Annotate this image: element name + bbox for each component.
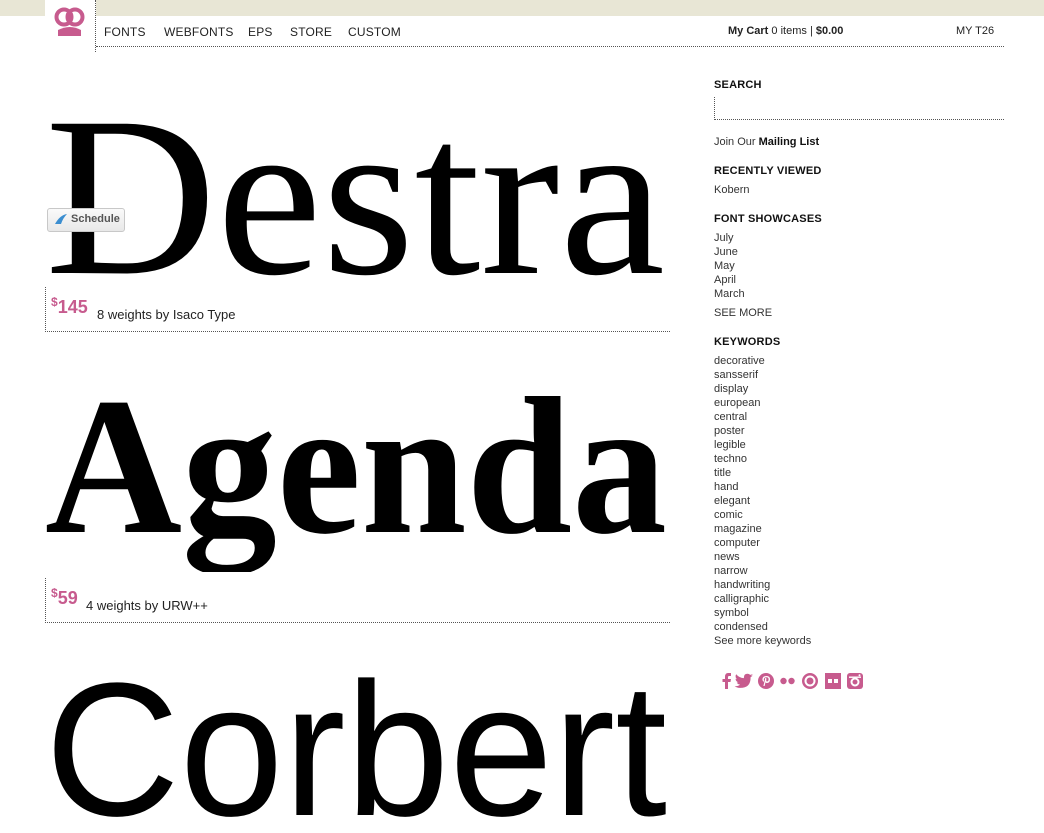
cart-total: $0.00 bbox=[815, 25, 844, 37]
mailing-list-link[interactable]: Mailing List bbox=[759, 136, 820, 148]
showcase-item[interactable]: March bbox=[714, 288, 745, 300]
bird-icon bbox=[55, 214, 67, 224]
cart-summary[interactable]: My Cart 0 items | $0.00 bbox=[728, 25, 843, 37]
keyword-link[interactable]: narrow bbox=[714, 565, 748, 577]
showcase-item[interactable]: June bbox=[714, 246, 738, 258]
keyword-link[interactable]: symbol bbox=[714, 607, 749, 619]
currency-symbol: $ bbox=[51, 295, 58, 309]
keyword-link[interactable]: hand bbox=[714, 481, 738, 493]
keyword-link[interactable]: elegant bbox=[714, 495, 750, 507]
keyword-link[interactable]: display bbox=[714, 383, 748, 395]
price-row-agenda: $59 4 weights by URW++ bbox=[45, 578, 670, 623]
showcase-item[interactable]: July bbox=[714, 232, 734, 244]
recently-viewed-heading: RECENTLY VIEWED bbox=[714, 165, 822, 177]
keyword-link[interactable]: sansserif bbox=[714, 369, 758, 381]
cart-items: 0 items bbox=[771, 25, 807, 37]
keyword-link[interactable]: poster bbox=[714, 425, 745, 437]
font-name-corbert: Corbert bbox=[45, 660, 667, 833]
nav-fonts[interactable]: FONTS bbox=[104, 25, 146, 39]
font-showcases-heading: FONT SHOWCASES bbox=[714, 213, 822, 225]
mailing-prefix: Join Our bbox=[714, 136, 756, 148]
keyword-link[interactable]: handwriting bbox=[714, 579, 770, 591]
account-link[interactable]: MY T26 bbox=[956, 25, 994, 37]
t26-logo-icon bbox=[54, 7, 85, 36]
schedule-label: Schedule bbox=[71, 213, 120, 225]
schedule-button[interactable]: Schedule bbox=[47, 208, 125, 232]
description-agenda[interactable]: 4 weights by URW++ bbox=[86, 598, 208, 613]
keywords-heading: KEYWORDS bbox=[714, 336, 781, 348]
cart-label: My Cart bbox=[728, 25, 769, 37]
font-name-agenda: Agenda bbox=[45, 372, 667, 572]
keyword-link[interactable]: legible bbox=[714, 439, 746, 451]
nav-store[interactable]: STORE bbox=[290, 25, 332, 39]
description-destra[interactable]: 8 weights by Isaco Type bbox=[97, 307, 236, 322]
keyword-link[interactable]: decorative bbox=[714, 355, 765, 367]
pinterest-icon[interactable] bbox=[757, 672, 775, 690]
keyword-link[interactable]: magazine bbox=[714, 523, 762, 535]
font-specimen-destra[interactable]: Destra bbox=[45, 60, 670, 285]
font-specimen-corbert[interactable]: Corbert bbox=[45, 660, 670, 833]
instagram-icon[interactable] bbox=[846, 672, 864, 690]
font-name-destra: Destra bbox=[45, 71, 665, 285]
search-input[interactable] bbox=[714, 97, 1004, 120]
t26-logo[interactable] bbox=[45, 0, 96, 52]
price-value: 59 bbox=[57, 588, 78, 608]
flickr-icon[interactable] bbox=[779, 672, 797, 690]
facebook-icon[interactable] bbox=[720, 672, 732, 690]
price-value: 145 bbox=[57, 297, 88, 317]
see-more-showcases-link[interactable]: SEE MORE bbox=[714, 307, 772, 319]
price-destra[interactable]: $145 bbox=[51, 295, 88, 318]
search-heading: SEARCH bbox=[714, 79, 762, 91]
mailing-list-row: Join Our Mailing List bbox=[714, 136, 819, 148]
behance-icon[interactable] bbox=[824, 672, 842, 690]
nav-custom[interactable]: CUSTOM bbox=[348, 25, 401, 39]
top-band bbox=[0, 0, 1044, 16]
see-more-keywords-link[interactable]: See more keywords bbox=[714, 635, 811, 647]
main-nav: FONTS WEBFONTS EPS STORE CUSTOM My Cart … bbox=[96, 16, 1004, 47]
showcase-item[interactable]: May bbox=[714, 260, 735, 272]
dribbble-icon[interactable] bbox=[801, 672, 819, 690]
keyword-link[interactable]: news bbox=[714, 551, 740, 563]
cart-separator: | bbox=[809, 25, 813, 37]
keyword-link[interactable]: central bbox=[714, 411, 747, 423]
font-specimen-agenda[interactable]: Agenda bbox=[45, 372, 670, 572]
price-agenda[interactable]: $59 bbox=[51, 586, 78, 609]
recent-item[interactable]: Kobern bbox=[714, 184, 749, 196]
twitter-icon[interactable] bbox=[734, 672, 754, 690]
keyword-link[interactable]: condensed bbox=[714, 621, 768, 633]
keyword-link[interactable]: techno bbox=[714, 453, 747, 465]
keyword-link[interactable]: calligraphic bbox=[714, 593, 769, 605]
price-row-destra: $145 8 weights by Isaco Type bbox=[45, 287, 670, 332]
currency-symbol: $ bbox=[51, 586, 58, 600]
keyword-link[interactable]: european bbox=[714, 397, 761, 409]
keyword-link[interactable]: title bbox=[714, 467, 731, 479]
nav-webfonts[interactable]: WEBFONTS bbox=[164, 25, 234, 39]
keyword-link[interactable]: computer bbox=[714, 537, 760, 549]
nav-eps[interactable]: EPS bbox=[248, 25, 273, 39]
keyword-link[interactable]: comic bbox=[714, 509, 743, 521]
showcase-item[interactable]: April bbox=[714, 274, 736, 286]
